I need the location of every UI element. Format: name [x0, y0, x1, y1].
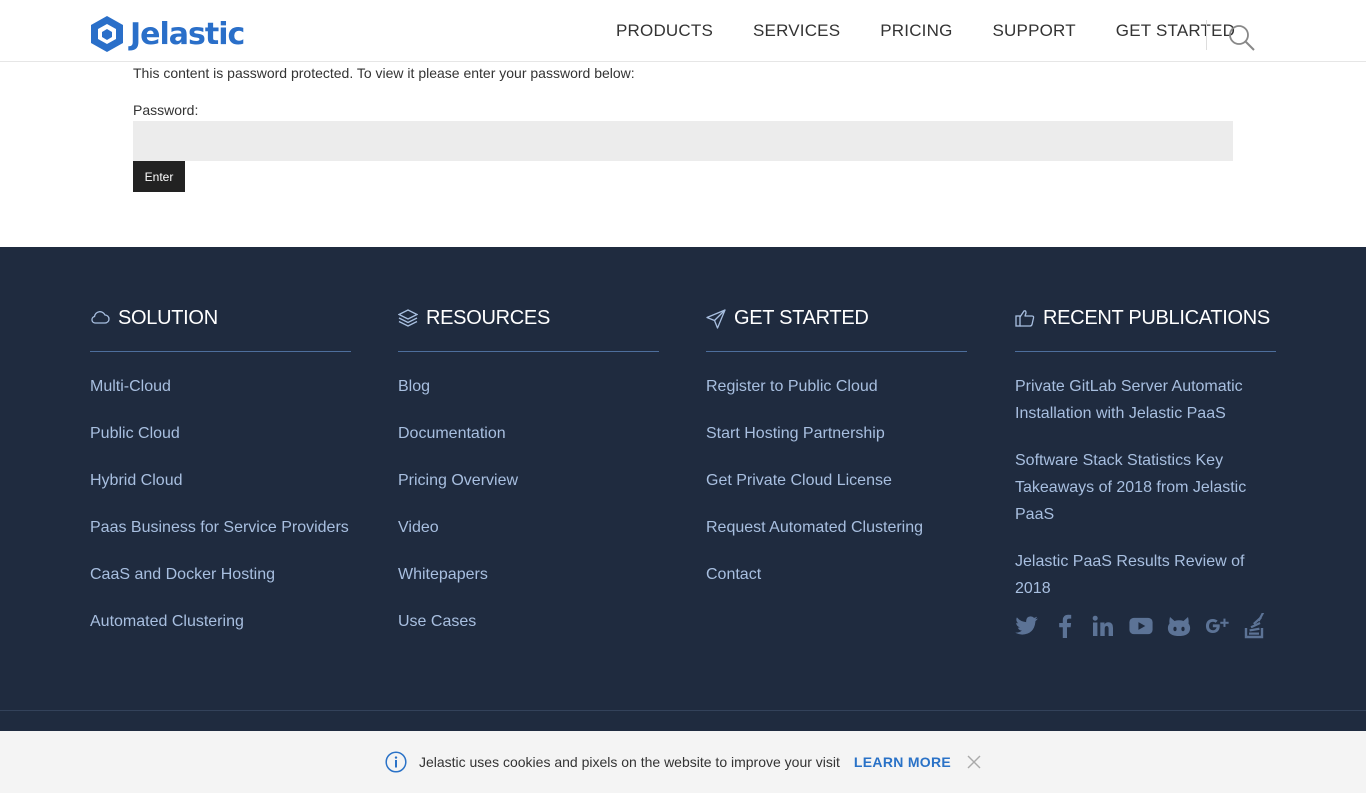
protected-notice: This content is password protected. To v… [133, 65, 635, 81]
logo-text: Jelastic [130, 16, 245, 52]
paper-plane-icon [706, 309, 726, 329]
footer-link[interactable]: Use Cases [398, 608, 659, 635]
nav-get-started[interactable]: GET STARTED [1116, 21, 1235, 41]
footer-link[interactable]: Contact [706, 561, 967, 588]
col-heading: SOLUTION [90, 303, 351, 352]
footer-link[interactable]: Documentation [398, 420, 659, 447]
social-links [1015, 613, 1267, 639]
col-title: GET STARTED [734, 307, 869, 329]
col-heading: GET STARTED [706, 303, 967, 352]
cloud-icon [91, 311, 110, 324]
footer-link[interactable]: Register to Public Cloud [706, 373, 967, 400]
facebook-icon[interactable] [1053, 613, 1077, 639]
linkedin-icon[interactable] [1091, 613, 1115, 639]
nav-pricing[interactable]: PRICING [880, 21, 952, 41]
jelastic-logo-icon [91, 16, 123, 52]
col-title: RESOURCES [426, 307, 550, 329]
footer-link[interactable]: Start Hosting Partnership [706, 420, 967, 447]
nav-divider [1206, 20, 1207, 50]
password-input[interactable] [133, 121, 1233, 161]
password-label: Password: [133, 102, 199, 118]
enter-button[interactable]: Enter [133, 161, 185, 192]
github-icon[interactable] [1167, 613, 1191, 639]
jelastic-logo[interactable]: Jelastic [90, 15, 245, 53]
info-icon [385, 751, 407, 773]
twitter-icon[interactable] [1015, 613, 1039, 639]
footer-link[interactable]: Automated Clustering [90, 608, 351, 635]
publication-link[interactable]: Private GitLab Server Automatic Installa… [1015, 373, 1276, 427]
nav-products[interactable]: PRODUCTS [616, 21, 713, 41]
footer-link[interactable]: Request Automated Clustering [706, 514, 967, 541]
footer-link[interactable]: Public Cloud [90, 420, 351, 447]
footer-link[interactable]: CaaS and Docker Hosting [90, 561, 351, 588]
google-plus-icon[interactable] [1205, 613, 1229, 639]
footer-link[interactable]: Get Private Cloud License [706, 467, 967, 494]
footer-link[interactable]: Pricing Overview [398, 467, 659, 494]
footer-link[interactable]: Blog [398, 373, 659, 400]
site-footer: SOLUTION Multi-Cloud Public Cloud Hybrid… [0, 247, 1366, 793]
publication-link[interactable]: Jelastic PaaS Results Review of 2018 [1015, 548, 1276, 602]
layers-icon [398, 309, 418, 327]
footer-link[interactable]: Paas Business for Service Providers [90, 514, 351, 541]
cookie-banner: Jelastic uses cookies and pixels on the … [0, 731, 1366, 793]
close-icon[interactable] [967, 755, 981, 769]
footer-link[interactable]: Multi-Cloud [90, 373, 351, 400]
cookie-text: Jelastic uses cookies and pixels on the … [418, 754, 840, 770]
main-nav: PRODUCTS SERVICES PRICING SUPPORT GET ST… [596, 0, 1255, 62]
thumbs-up-icon [1015, 310, 1035, 327]
footer-divider [0, 710, 1366, 711]
footer-link[interactable]: Hybrid Cloud [90, 467, 351, 494]
footer-link[interactable]: Video [398, 514, 659, 541]
col-heading: RESOURCES [398, 303, 659, 352]
col-heading: RECENT PUBLICATIONS [1015, 303, 1276, 352]
nav-services[interactable]: SERVICES [753, 21, 840, 41]
footer-link[interactable]: Whitepapers [398, 561, 659, 588]
nav-support[interactable]: SUPPORT [993, 21, 1076, 41]
publication-link[interactable]: Software Stack Statistics Key Takeaways … [1015, 447, 1276, 528]
stackoverflow-icon[interactable] [1243, 613, 1267, 639]
learn-more-link[interactable]: LEARN MORE [854, 754, 951, 770]
search-icon[interactable] [1228, 24, 1256, 52]
col-title: RECENT PUBLICATIONS [1043, 307, 1270, 329]
col-title: SOLUTION [118, 307, 218, 329]
site-header: Jelastic PRODUCTS SERVICES PRICING SUPPO… [0, 0, 1366, 62]
youtube-icon[interactable] [1129, 613, 1153, 639]
